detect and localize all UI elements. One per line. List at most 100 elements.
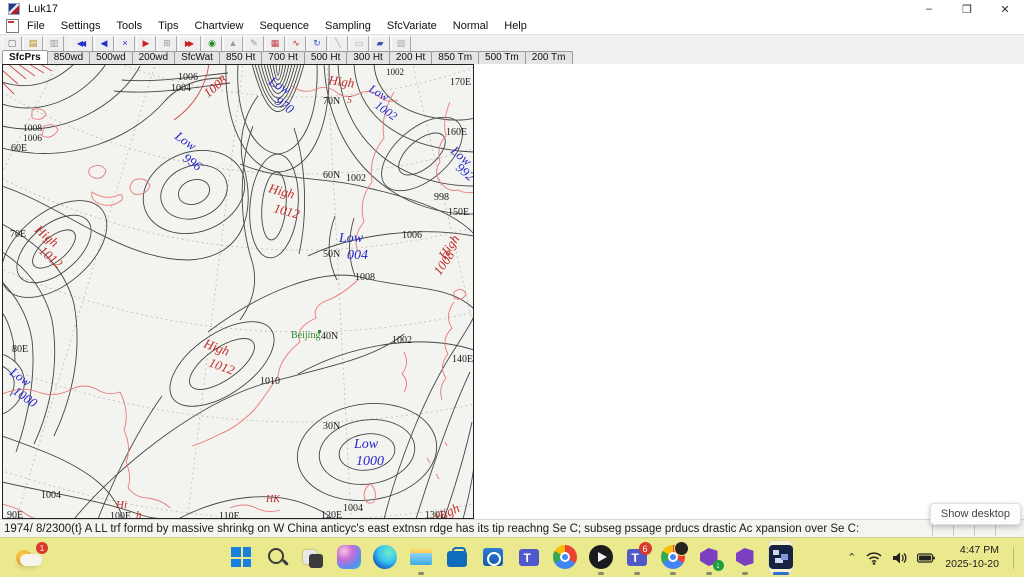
media-player-icon: [589, 545, 613, 569]
tab-200wd[interactable]: 200wd: [132, 51, 175, 64]
store-taskbar-icon[interactable]: [444, 540, 469, 574]
menu-sfcvariate[interactable]: SfcVariate: [379, 19, 445, 33]
svg-text:90E: 90E: [7, 510, 23, 519]
tab-500-ht[interactable]: 500 Ht: [304, 51, 347, 64]
svg-text:Beijing: Beijing: [291, 330, 320, 341]
search-icon: [265, 545, 289, 569]
weather-widget[interactable]: 1: [14, 542, 48, 572]
clock-date: 2025-10-20: [945, 558, 999, 571]
edge-icon: [373, 545, 397, 569]
show-desktop-strip[interactable]: [1013, 547, 1014, 569]
file-explorer-icon: [409, 545, 433, 569]
minimize-button[interactable]: –: [910, 0, 948, 18]
taskbar-clock[interactable]: 4:47 PM 2025-10-20: [945, 544, 999, 570]
title-bar: Luk17 – ❐ ✕: [0, 0, 1024, 18]
start-taskbar-icon[interactable]: [228, 540, 253, 574]
teams-taskbar-icon[interactable]: [516, 540, 541, 574]
svg-text:1000: 1000: [356, 454, 384, 469]
tab-700-ht[interactable]: 700 Ht: [261, 51, 304, 64]
menu-tools[interactable]: Tools: [108, 19, 150, 33]
copilot-taskbar-icon[interactable]: [336, 540, 361, 574]
running-indicator: [773, 572, 789, 575]
running-indicator: [418, 572, 424, 575]
svg-text:140E: 140E: [452, 354, 473, 365]
cloud-icon: [20, 554, 42, 566]
teams-chat-taskbar-icon[interactable]: 6: [624, 540, 649, 574]
menu-sequence[interactable]: Sequence: [251, 19, 317, 33]
copilot-icon: [337, 545, 361, 569]
svg-text:120E: 120E: [321, 510, 342, 519]
client-area: 100610041008Low970High70N5Low10021002170…: [0, 64, 1024, 519]
running-indicator: [742, 572, 748, 575]
tab-500-tm[interactable]: 500 Tm: [478, 51, 526, 64]
svg-text:Low: Low: [353, 437, 379, 452]
svg-text:5: 5: [347, 95, 352, 106]
task-view-taskbar-icon[interactable]: [300, 540, 325, 574]
visual-studio-taskbar-icon[interactable]: [732, 540, 757, 574]
svg-text:60E: 60E: [11, 143, 27, 154]
teams-chat-icon: 6: [625, 545, 649, 569]
svg-text:HK: HK: [265, 494, 281, 505]
search-taskbar-icon[interactable]: [264, 540, 289, 574]
running-indicator: [706, 572, 712, 575]
start-icon: [229, 545, 253, 569]
notification-badge: 1: [36, 542, 48, 554]
chrome-icon: [553, 545, 577, 569]
menu-sampling[interactable]: Sampling: [317, 19, 379, 33]
wifi-icon[interactable]: [866, 551, 882, 565]
close-button[interactable]: ✕: [986, 0, 1024, 18]
battery-icon[interactable]: [917, 552, 935, 564]
menu-settings[interactable]: Settings: [53, 19, 109, 33]
outlook-taskbar-icon[interactable]: [480, 540, 505, 574]
svg-text:1008: 1008: [23, 124, 42, 134]
profile-badge: [675, 542, 688, 555]
chart-tab-bar: SfcPrs850wd500wd200wdSfcWat850 Ht700 Ht5…: [0, 51, 1024, 64]
svg-text:1006: 1006: [402, 230, 422, 241]
chrome-profile-icon: [661, 545, 685, 569]
luk17-app-taskbar-icon[interactable]: [768, 540, 793, 574]
svg-text:150E: 150E: [448, 207, 469, 218]
tab-500wd[interactable]: 500wd: [89, 51, 132, 64]
tab-sfcwat[interactable]: SfcWat: [174, 51, 220, 64]
volume-icon[interactable]: [892, 551, 907, 565]
pressure-chart-canvas[interactable]: 100610041008Low970High70N5Low10021002170…: [2, 64, 474, 519]
visual-studio-dl-taskbar-icon[interactable]: [696, 540, 721, 574]
svg-text:1004: 1004: [343, 503, 363, 514]
teams-icon: [517, 545, 541, 569]
svg-text:110E: 110E: [219, 511, 240, 519]
tab-sfcprs[interactable]: SfcPrs: [2, 50, 48, 64]
svg-text:h: h: [136, 509, 142, 519]
svg-text:1002: 1002: [386, 67, 404, 77]
svg-text:1008: 1008: [355, 272, 375, 283]
file-explorer-taskbar-icon[interactable]: [408, 540, 433, 574]
svg-text:40N: 40N: [321, 331, 338, 342]
restore-button[interactable]: ❐: [948, 0, 986, 18]
menu-help[interactable]: Help: [496, 19, 535, 33]
chrome-taskbar-icon[interactable]: [552, 540, 577, 574]
svg-text:1006: 1006: [178, 72, 198, 83]
svg-text:80E: 80E: [12, 344, 28, 355]
media-player-taskbar-icon[interactable]: [588, 540, 613, 574]
tray-chevron-icon[interactable]: ⌃: [847, 551, 856, 564]
menu-file[interactable]: File: [19, 19, 53, 33]
chrome-profile-taskbar-icon[interactable]: [660, 540, 685, 574]
store-icon: [445, 545, 469, 569]
tab-300-ht[interactable]: 300 Ht: [346, 51, 389, 64]
tab-850-ht[interactable]: 850 Ht: [219, 51, 262, 64]
svg-text:70N: 70N: [323, 96, 340, 107]
outlook-icon: [481, 545, 505, 569]
status-bar: 1974/ 8/2300(t} A LL trf formd by massiv…: [0, 519, 1024, 538]
svg-text:1004: 1004: [171, 83, 191, 94]
tab-200-ht[interactable]: 200 Ht: [389, 51, 432, 64]
menu-chartview[interactable]: Chartview: [187, 19, 252, 33]
svg-text:1010: 1010: [260, 376, 280, 387]
svg-text:160E: 160E: [446, 127, 467, 138]
svg-text:1002: 1002: [346, 173, 366, 184]
tab-200-tm[interactable]: 200 Tm: [525, 51, 573, 64]
tab-850wd[interactable]: 850wd: [47, 51, 90, 64]
menu-tips[interactable]: Tips: [150, 19, 186, 33]
edge-taskbar-icon[interactable]: [372, 540, 397, 574]
tab-850-tm[interactable]: 850 Tm: [431, 51, 479, 64]
badge: 6: [639, 542, 652, 555]
menu-normal[interactable]: Normal: [445, 19, 496, 33]
